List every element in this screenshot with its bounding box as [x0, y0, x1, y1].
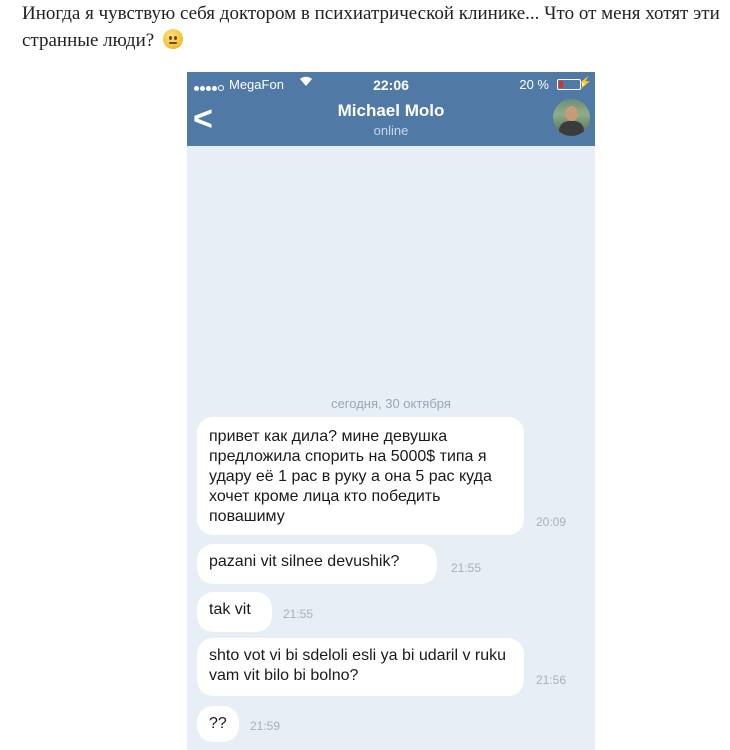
- message-time: 21:55: [451, 561, 482, 575]
- message-text: shto vot vi bi sdeloli esli ya bi udaril…: [209, 647, 507, 684]
- chat-header: MegaFon 22:06 20 % ⚡ < Michael Molo onli…: [187, 72, 595, 146]
- charging-bolt-icon: ⚡: [578, 77, 592, 89]
- contact-avatar[interactable]: [553, 99, 590, 136]
- message-bubble[interactable]: tak vit: [197, 592, 272, 632]
- message-time: 21:56: [536, 673, 567, 687]
- post-caption: Иногда я чувствую себя доктором в психиа…: [22, 0, 722, 54]
- message-text: pazani vit silnee devushik?: [209, 553, 400, 570]
- message-text: привет как дила? мине девушка предложила…: [209, 428, 492, 525]
- message-bubble[interactable]: shto vot vi bi sdeloli esli ya bi udaril…: [197, 638, 524, 696]
- chat-screenshot: MegaFon 22:06 20 % ⚡ < Michael Molo onli…: [187, 72, 595, 750]
- contact-name[interactable]: Michael Molo: [187, 101, 595, 121]
- caption-text: Иногда я чувствую себя доктором в психиа…: [22, 3, 720, 51]
- battery-percent: 20 %: [519, 77, 549, 92]
- date-separator: сегодня, 30 октября: [331, 396, 451, 411]
- message-bubble[interactable]: pazani vit silnee devushik?: [197, 544, 437, 584]
- contact-status: online: [373, 123, 409, 138]
- message-time: 21:55: [283, 607, 314, 621]
- status-bar: MegaFon 22:06 20 % ⚡: [187, 72, 595, 96]
- message-bubble[interactable]: привет как дила? мине девушка предложила…: [197, 417, 524, 535]
- message-bubble[interactable]: ??: [197, 706, 239, 742]
- message-time: 20:09: [536, 515, 567, 529]
- message-time: 21:59: [250, 719, 281, 733]
- message-text: tak vit: [209, 601, 251, 618]
- neutral-face-emoji-icon: [162, 29, 183, 49]
- message-text: ??: [209, 715, 227, 732]
